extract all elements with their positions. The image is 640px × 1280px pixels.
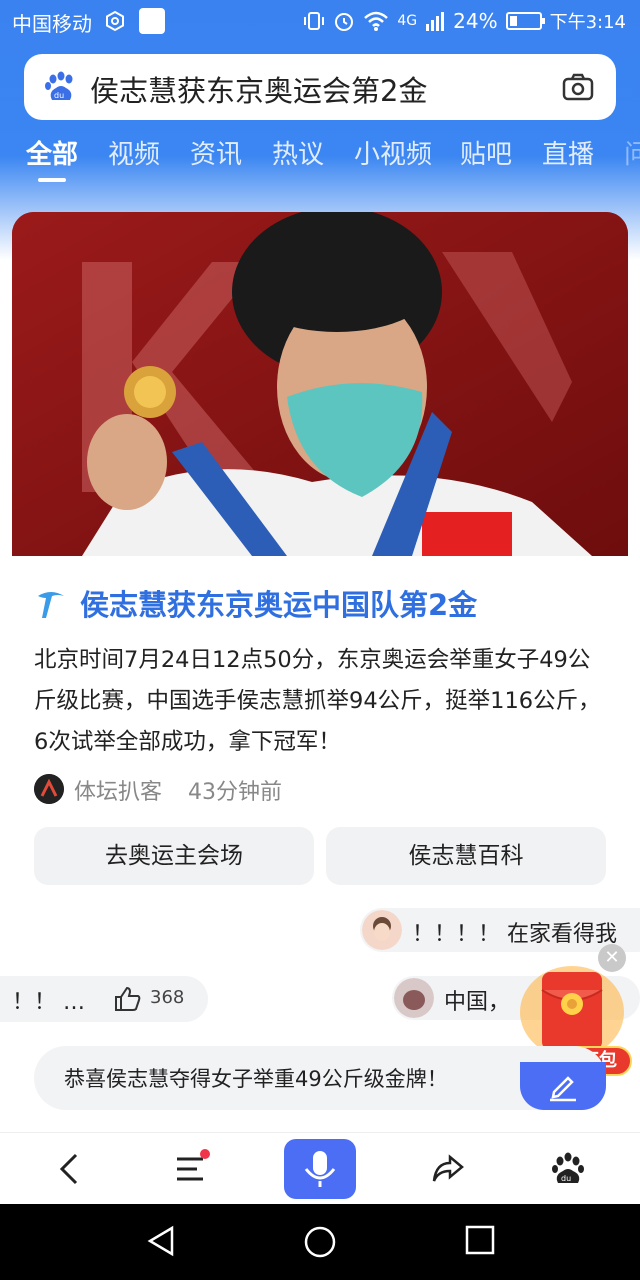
wifi-icon xyxy=(364,11,389,31)
category-tabs: 全部 视频 资讯 热议 小视频 贴吧 直播 问 xyxy=(0,130,640,190)
signal-icon xyxy=(426,12,445,31)
pickaxe-icon xyxy=(38,592,64,618)
olympics-venue-button[interactable]: 去奥运主会场 xyxy=(34,827,314,885)
active-tab-indicator xyxy=(38,178,66,182)
tab-live[interactable]: 直播 xyxy=(542,134,594,171)
clock: 下午3:14 xyxy=(549,12,626,33)
notification-dot xyxy=(200,1149,210,1159)
danmaku-text: 中国， xyxy=(444,990,511,1015)
network-type: 4G xyxy=(397,13,418,29)
nav-back-icon[interactable] xyxy=(144,1224,178,1258)
hero-photo[interactable] xyxy=(12,212,628,556)
tab-short-video[interactable]: 小视频 xyxy=(354,134,432,171)
vibrate-icon xyxy=(304,12,325,30)
status-bar: 中国移动 4G 24% 下午3:14 xyxy=(0,0,640,44)
source-name[interactable]: 体坛扒客 xyxy=(74,774,162,806)
tab-more[interactable]: 问 xyxy=(624,134,640,171)
card-description: 北京时间7月24日12点50分，东京奥运会举重女子49公斤级比赛，中国选手侯志慧… xyxy=(34,647,601,755)
battery-icon xyxy=(505,12,545,30)
send-button[interactable] xyxy=(520,1062,606,1110)
baidu-paw-icon: du xyxy=(45,71,73,100)
encyclopedia-button[interactable]: 侯志慧百科 xyxy=(326,827,606,885)
svg-text:du: du xyxy=(561,1174,571,1183)
pen-icon xyxy=(550,1076,576,1102)
notification-icon xyxy=(139,8,165,34)
danmaku-text: ！！！！ 在家看得我 xyxy=(412,922,617,947)
share-icon[interactable] xyxy=(430,1151,466,1187)
tab-news[interactable]: 资讯 xyxy=(190,134,242,171)
like-bar[interactable]: ！！ … 368 xyxy=(0,976,208,1022)
baidu-home-icon[interactable]: du xyxy=(550,1151,586,1187)
back-icon[interactable] xyxy=(52,1151,88,1187)
red-envelope-icon xyxy=(520,966,624,1058)
search-bar[interactable]: du 侯志慧获东京奥运会第2金 xyxy=(24,54,616,120)
nav-recents-icon[interactable] xyxy=(464,1224,496,1256)
card-title-row[interactable]: 侯志慧获东京奥运中国队第2金 xyxy=(34,582,614,626)
source-avatar[interactable] xyxy=(34,774,64,804)
card-title[interactable]: 侯志慧获东京奥运中国队第2金 xyxy=(80,582,477,624)
alarm-icon xyxy=(335,13,354,31)
danmaku-comment[interactable]: ！！！！ 在家看得我 xyxy=(360,908,640,952)
tab-tieba[interactable]: 贴吧 xyxy=(460,134,512,171)
nav-home-icon[interactable] xyxy=(302,1224,338,1260)
svg-text:du: du xyxy=(54,91,64,100)
voice-search-button[interactable] xyxy=(284,1139,356,1199)
thumbs-up-icon[interactable] xyxy=(114,986,142,1012)
camera-icon[interactable] xyxy=(562,72,594,102)
source-row[interactable]: 体坛扒客 43分钟前 xyxy=(34,772,434,806)
comment-text[interactable]: 恭喜侯志慧夺得女子举重49公斤级金牌！ xyxy=(64,1063,448,1093)
avatar xyxy=(362,910,402,950)
battery-percent: 24% xyxy=(453,9,498,33)
tab-video[interactable]: 视频 xyxy=(108,134,160,171)
tab-discussion[interactable]: 热议 xyxy=(272,134,324,171)
avatar xyxy=(394,978,434,1018)
tab-all[interactable]: 全部 xyxy=(26,134,78,171)
microphone-icon xyxy=(304,1151,336,1187)
search-input[interactable]: 侯志慧获东京奥运会第2金 xyxy=(90,68,427,110)
source-time: 43分钟前 xyxy=(188,780,282,805)
system-navigation-bar xyxy=(0,1204,640,1280)
hexagon-icon xyxy=(106,10,124,32)
carrier-label: 中国移动 xyxy=(12,12,92,36)
app-bottom-bar: du xyxy=(0,1132,640,1204)
danmaku-prefix: ！！ … xyxy=(12,990,85,1015)
like-count: 368 xyxy=(150,987,185,1008)
